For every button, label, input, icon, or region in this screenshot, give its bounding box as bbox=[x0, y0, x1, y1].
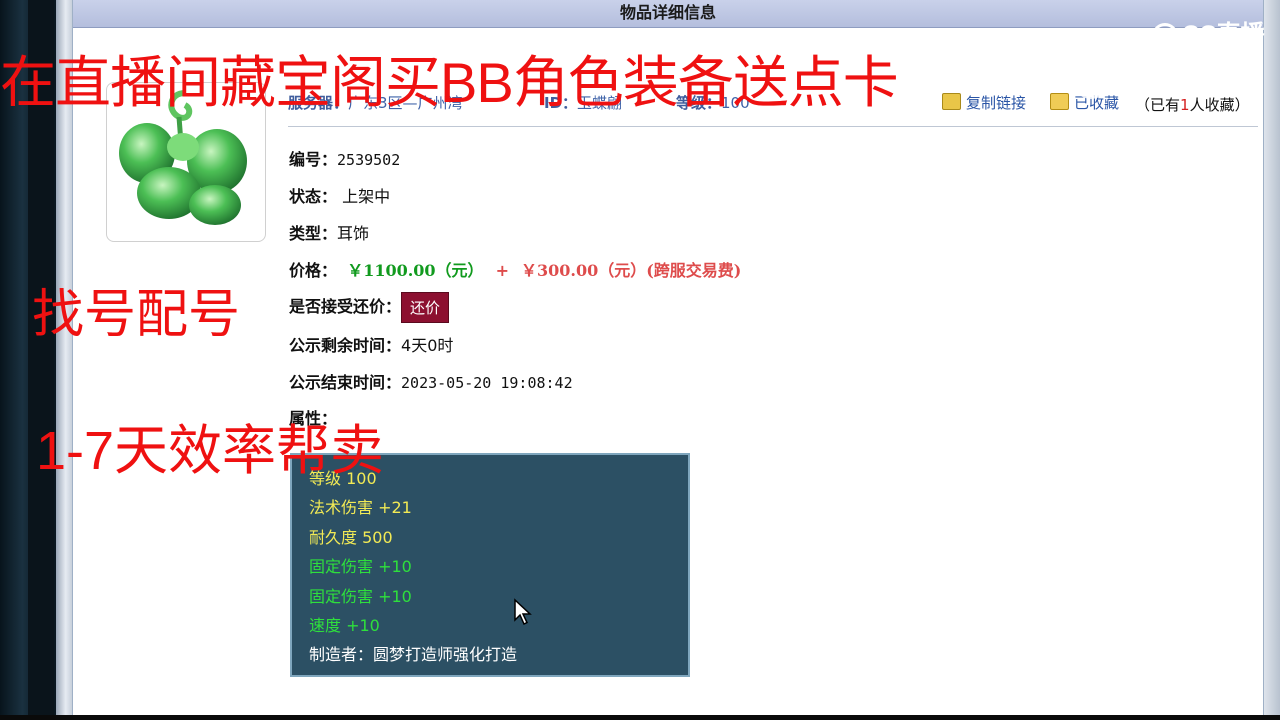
fav-number: 1 bbox=[1180, 96, 1190, 114]
type-label: 类型： bbox=[289, 224, 338, 243]
attr-speed: 速度 +10 bbox=[309, 615, 380, 635]
cc-live-text-large: CC直播 bbox=[1114, 59, 1225, 95]
price-plus: + bbox=[495, 261, 509, 280]
video-bottom-border bbox=[0, 715, 1280, 720]
price-label: 价格： bbox=[289, 261, 338, 280]
promo-overlay-line3: 1-7天效率帮卖 bbox=[36, 421, 385, 481]
cc-live-watermark-small: CC直播 bbox=[1152, 14, 1265, 49]
price-main: ￥1100.00（元） bbox=[347, 261, 484, 280]
attr-durability: 耐久度 500 bbox=[309, 527, 393, 547]
remaining-time-row: 公示剩余时间：4天0时 bbox=[289, 332, 453, 356]
counter-offer-button[interactable]: 还价 bbox=[401, 292, 450, 323]
cc-live-text-small: CC直播 bbox=[1182, 21, 1265, 48]
favorite-folder-icon bbox=[1050, 93, 1069, 110]
end-time-label: 公示结束时间： bbox=[289, 373, 402, 392]
counter-offer-label: 是否接受还价： bbox=[289, 297, 402, 316]
attr-fixed-damage-2: 固定伤害 +10 bbox=[309, 586, 412, 606]
fav-prefix: （已有 bbox=[1135, 96, 1181, 114]
number-row: 编号：2539502 bbox=[289, 146, 400, 170]
status-row: 状态： 上架中 bbox=[289, 183, 390, 207]
copy-link-label: 复制链接 bbox=[966, 94, 1027, 112]
type-value: 耳饰 bbox=[337, 224, 370, 243]
attr-magic-damage: 法术伤害 +21 bbox=[309, 498, 412, 518]
attributes-tooltip: 等级 100 法术伤害 +21 耐久度 500 固定伤害 +10 固定伤害 +1… bbox=[290, 453, 690, 677]
cc-live-logo-icon bbox=[1152, 22, 1178, 49]
header-divider bbox=[288, 126, 1258, 127]
copy-link-icon bbox=[942, 93, 961, 110]
type-row: 类型：耳饰 bbox=[289, 220, 369, 244]
promo-overlay-line2: 找号配号 bbox=[32, 286, 241, 344]
end-time-value: 2023-05-20 19:08:42 bbox=[401, 374, 573, 392]
status-value: 上架中 bbox=[342, 187, 391, 206]
mouse-cursor-icon bbox=[514, 598, 532, 626]
attr-fixed-damage-1: 固定伤害 +10 bbox=[309, 557, 412, 577]
number-label: 编号： bbox=[289, 150, 338, 169]
cc-live-watermark-large: CC直播 bbox=[1072, 52, 1224, 99]
price-fee: ￥300.00（元）(跨服交易费) bbox=[520, 261, 742, 280]
fav-suffix: 人收藏） bbox=[1189, 96, 1250, 114]
status-label: 状态： bbox=[289, 187, 338, 206]
number-value: 2539502 bbox=[337, 151, 401, 169]
promo-overlay-line1: 在直播间藏宝阁买BB角色装备送点卡 bbox=[0, 51, 899, 114]
remaining-time-label: 公示剩余时间： bbox=[289, 336, 402, 355]
page-scrollbar[interactable] bbox=[1262, 0, 1280, 720]
counter-offer-row: 是否接受还价： 还价 bbox=[289, 292, 450, 323]
attr-maker: 制造者：圆梦打造师强化打造 bbox=[309, 645, 518, 665]
price-row: 价格： ￥1100.00（元） + ￥300.00（元）(跨服交易费) bbox=[289, 257, 741, 281]
panel-title: 物品详细信息 bbox=[73, 0, 1263, 28]
cc-live-logo-icon-large bbox=[1072, 60, 1110, 99]
remaining-time-value: 4天0时 bbox=[401, 336, 454, 355]
copy-link-button[interactable]: 复制链接 bbox=[942, 92, 1026, 113]
end-time-row: 公示结束时间：2023-05-20 19:08:42 bbox=[289, 369, 573, 393]
